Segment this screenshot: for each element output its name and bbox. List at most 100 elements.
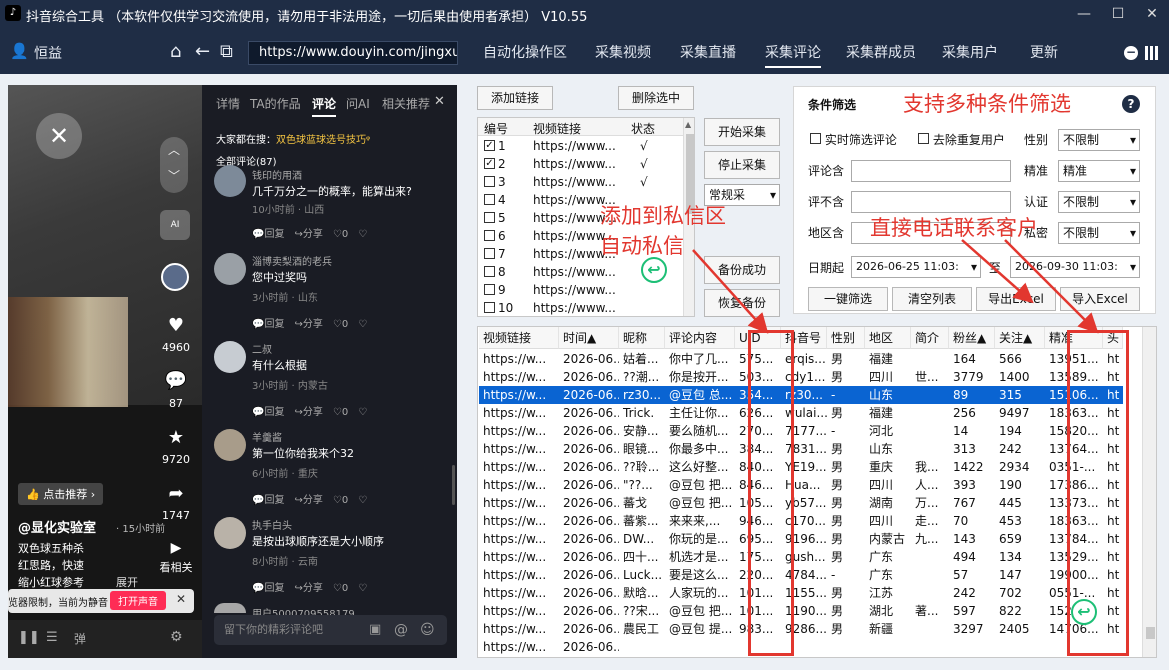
share-icon[interactable]: ↪	[294, 583, 302, 594]
commenter-name[interactable]: 二叔	[252, 341, 272, 356]
comments-scrollbar[interactable]	[452, 465, 455, 505]
row-checkbox[interactable]	[484, 212, 495, 223]
comment-icon[interactable]: 💬	[158, 370, 194, 391]
close-video-icon[interactable]: ✕	[36, 113, 82, 159]
like-icon[interactable]: ♡	[333, 229, 342, 240]
author-avatar[interactable]	[161, 263, 189, 291]
contains-input[interactable]	[851, 160, 1011, 182]
table-row[interactable]: https://w... 2026-06... 農民工 @豆包 提... 983... 9…	[478, 620, 1142, 638]
start-collect-button[interactable]: 开始采集	[704, 118, 780, 146]
table-row[interactable]: https://w... 2026-06... ??聆... 这么好整... 840..…	[478, 458, 1142, 476]
scroll-arrows-icon[interactable]: ︿ ﹀	[160, 137, 188, 193]
row-checkbox[interactable]	[484, 302, 495, 313]
share-label[interactable]: 分享	[303, 495, 323, 506]
col-gender[interactable]: 性别	[827, 327, 865, 349]
ai-icon[interactable]: AI	[160, 210, 190, 240]
close-panel-icon[interactable]: ✕	[434, 94, 445, 109]
col-video-link[interactable]: 视频链接	[479, 327, 559, 349]
share-icon[interactable]: ↪	[294, 407, 302, 418]
table-row[interactable]: https://w... 2026-06... 四十... 机选才是... 175...…	[478, 548, 1142, 566]
tab-details[interactable]: 详情	[216, 95, 240, 112]
danmu-icon[interactable]: 弹	[74, 630, 86, 647]
dedupe-option[interactable]: 去除重复用户	[918, 131, 1005, 148]
add-link-button[interactable]: 添加链接	[477, 86, 553, 110]
restore-backup-button[interactable]: 恢复备份	[704, 289, 780, 317]
row-checkbox[interactable]	[484, 194, 495, 205]
share-label[interactable]: 分享	[303, 583, 323, 594]
col-comment[interactable]: 评论内容	[665, 327, 735, 349]
link-row[interactable]: 3 https://www... √	[478, 173, 683, 191]
table-row[interactable]: https://w... 2026-06... Luck... 要是这么... 220.…	[478, 566, 1142, 584]
list-icon[interactable]: ☰	[46, 630, 58, 645]
reply-icon[interactable]: 💬	[252, 407, 264, 418]
at-icon[interactable]: @	[394, 615, 408, 645]
row-checkbox[interactable]	[484, 230, 495, 241]
commenter-avatar[interactable]	[214, 429, 246, 461]
import-excel-button[interactable]: 导入Excel	[1060, 287, 1140, 311]
expand-link[interactable]: 展开	[116, 574, 138, 590]
table-row[interactable]: https://w... 2026-06... 默晗... 人家玩的... 101...…	[478, 584, 1142, 602]
share-icon[interactable]: ➦	[158, 483, 194, 504]
copy-icon[interactable]: ⧉	[220, 41, 233, 62]
pause-icon[interactable]: ❚❚	[18, 630, 40, 645]
col-following[interactable]: 关注▲	[995, 327, 1045, 349]
dislike-icon[interactable]: ♡	[358, 229, 367, 240]
link-row[interactable]: 10 https://www...	[478, 299, 683, 316]
share-icon[interactable]: ↪	[294, 319, 302, 330]
commenter-name[interactable]: 钱印的用酒	[252, 167, 302, 182]
dislike-icon[interactable]: ♡	[358, 583, 367, 594]
dislike-icon[interactable]: ♡	[358, 407, 367, 418]
share-icon[interactable]: ↪	[294, 495, 302, 506]
table-row[interactable]: https://w... 2026-06... Trick. 主任让你... 626..…	[478, 404, 1142, 422]
share-label[interactable]: 分享	[303, 407, 323, 418]
reply-label[interactable]: 回复	[264, 319, 284, 330]
table-row[interactable]: https://w... 2026-06... 眼镜... 你最多中... 384...…	[478, 440, 1142, 458]
minus-circle-icon[interactable]: −	[1124, 46, 1138, 60]
reply-icon[interactable]: 💬	[252, 583, 264, 594]
date-to-picker[interactable]: 2026-09-30 11:03:	[1010, 256, 1140, 278]
stop-collect-button[interactable]: 停止采集	[704, 151, 780, 179]
like-icon[interactable]: ♡	[333, 495, 342, 506]
reply-icon[interactable]: 💬	[252, 319, 264, 330]
tab-collect-group[interactable]: 采集群成员	[846, 42, 916, 62]
export-excel-button[interactable]: 导出Excel	[976, 287, 1056, 311]
table-row[interactable]: https://w... 2026-06... 姑着... 你中了几... 575...…	[478, 350, 1142, 368]
table-row[interactable]: https://w... 2026-06... "??... @豆包 把... 846.…	[478, 476, 1142, 494]
row-checkbox[interactable]	[484, 284, 495, 295]
table-row[interactable]: https://w... 2026-06... ??宋... @豆包 把... 101.…	[478, 602, 1142, 620]
table-row[interactable]: https://w... 2026-06... 蕃戈 @豆包 把... 105... yb…	[478, 494, 1142, 512]
row-checkbox[interactable]	[484, 176, 495, 187]
star-icon[interactable]: ★	[158, 427, 194, 448]
reply-icon[interactable]: 💬	[252, 229, 264, 240]
url-input[interactable]: https://www.douyin.com/jingxuan	[248, 41, 458, 65]
emoji-icon[interactable]: ☺	[420, 615, 435, 645]
like-icon[interactable]: ♡	[333, 319, 342, 330]
tab-comments[interactable]: 评论	[312, 95, 337, 117]
commenter-avatar[interactable]	[214, 517, 246, 549]
image-icon[interactable]: ▣	[369, 615, 381, 645]
commenter-name[interactable]: 执手白头	[252, 517, 292, 532]
reply-label[interactable]: 回复	[264, 229, 284, 240]
commenter-avatar[interactable]	[214, 253, 246, 285]
tab-collect-comments[interactable]: 采集评论	[765, 42, 821, 68]
link-row[interactable]: 9 https://www...	[478, 281, 683, 299]
realtime-filter-option[interactable]: 实时筛选评论	[810, 131, 897, 148]
author-name[interactable]: @显化实验室	[18, 517, 96, 536]
dedupe-checkbox[interactable]	[918, 133, 929, 144]
results-scrollbar[interactable]	[1142, 327, 1156, 657]
reply-label[interactable]: 回复	[264, 407, 284, 418]
share-label[interactable]: 分享	[303, 229, 323, 240]
dislike-icon[interactable]: ♡	[358, 495, 367, 506]
notice-close-icon[interactable]: ✕	[176, 592, 186, 606]
reply-label[interactable]: 回复	[264, 583, 284, 594]
home-icon[interactable]: ⌂	[170, 41, 181, 62]
scroll-up-icon[interactable]: ▲	[685, 120, 691, 129]
commenter-avatar[interactable]	[214, 165, 246, 197]
precise-select[interactable]: 精准	[1058, 160, 1140, 182]
verify-select[interactable]: 不限制	[1058, 191, 1140, 213]
tab-automation[interactable]: 自动化操作区	[483, 42, 567, 62]
clear-list-button[interactable]: 清空列表	[892, 287, 972, 311]
col-fans[interactable]: 粉丝▲	[949, 327, 995, 349]
tab-collect-live[interactable]: 采集直播	[680, 42, 736, 62]
tab-ask-ai[interactable]: 问AI	[346, 95, 370, 112]
